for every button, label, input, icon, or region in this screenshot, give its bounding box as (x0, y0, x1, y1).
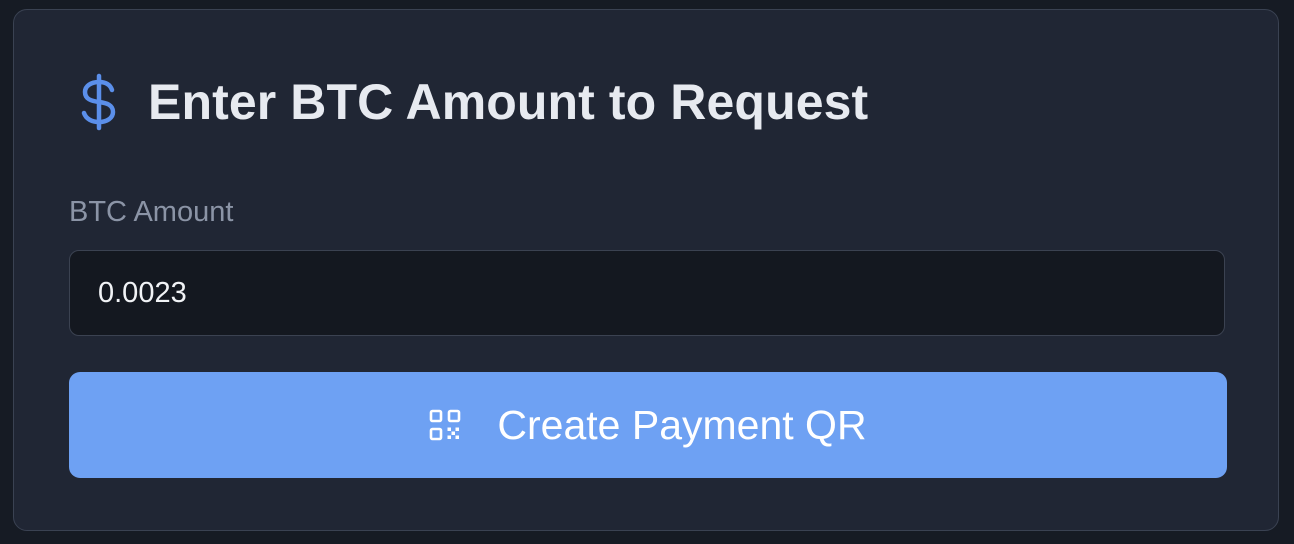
create-payment-qr-button[interactable]: Create Payment QR (69, 372, 1227, 478)
btc-amount-label: BTC Amount (69, 196, 234, 228)
btc-amount-input[interactable] (69, 250, 1225, 336)
create-payment-qr-label: Create Payment QR (497, 401, 867, 448)
request-card: Enter BTC Amount to Request BTC Amount C… (13, 9, 1279, 531)
qr-code-icon (429, 409, 461, 441)
card-title: Enter BTC Amount to Request (148, 74, 869, 130)
dollar-icon (76, 72, 122, 132)
card-heading: Enter BTC Amount to Request (76, 70, 868, 134)
